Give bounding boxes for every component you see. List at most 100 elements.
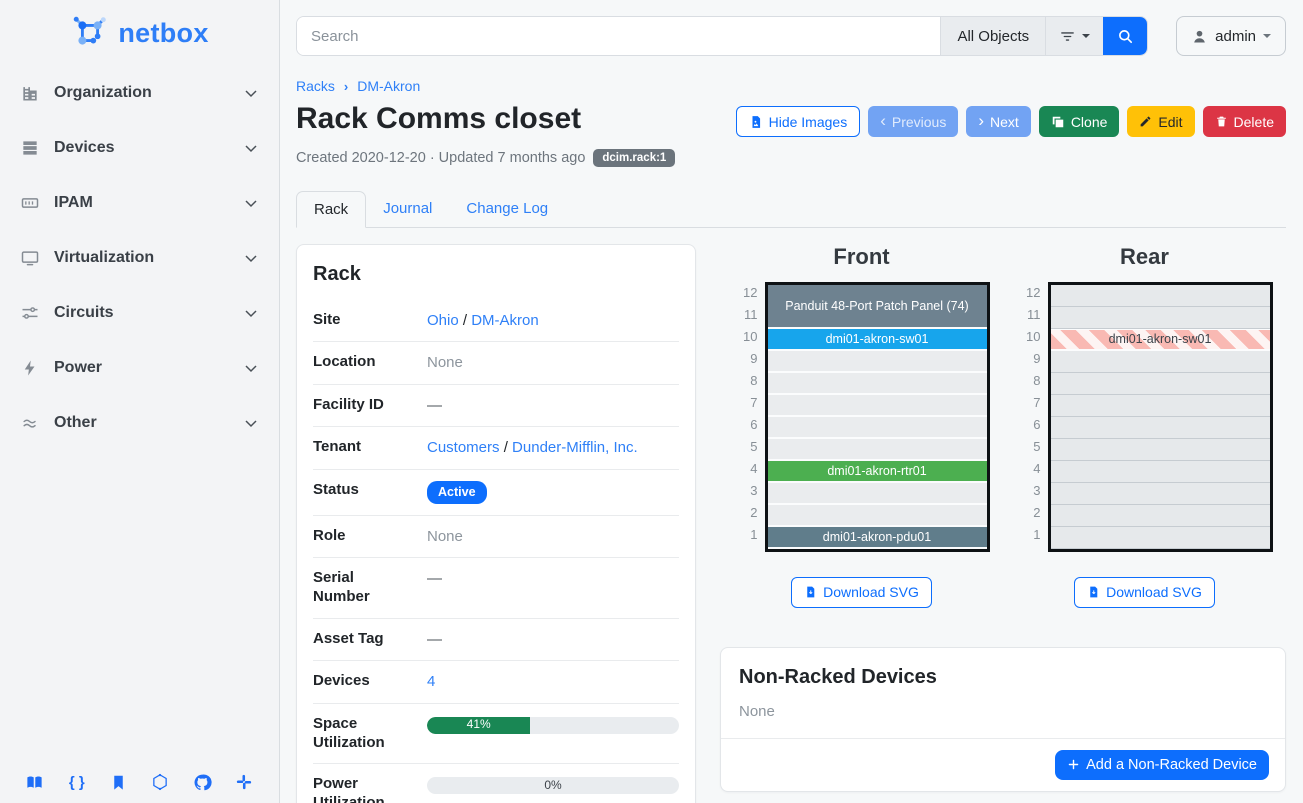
sidebar-item-organization[interactable]: Organization <box>10 74 269 112</box>
sidebar-item-label: Circuits <box>54 304 243 322</box>
table-row-power-utilization: Power Utilization 0% <box>313 763 679 803</box>
empty-rack-unit[interactable] <box>1051 417 1270 439</box>
netbox-logo-icon <box>70 14 110 52</box>
location-value: None <box>408 353 679 373</box>
rack-device[interactable]: dmi01-akron-sw01 <box>768 329 987 351</box>
site-link[interactable]: DM-Akron <box>471 312 539 329</box>
panel-title: Non-Racked Devices <box>739 666 1267 689</box>
unit-label: 3 <box>1017 480 1041 502</box>
chevron-right-icon: › <box>978 112 984 129</box>
unit-label: 12 <box>734 282 758 304</box>
non-racked-devices-panel: Non-Racked Devices None Add a Non-Racked… <box>720 647 1286 792</box>
empty-rack-unit[interactable] <box>1051 285 1270 307</box>
empty-rack-unit[interactable] <box>1051 373 1270 395</box>
power-icon <box>20 358 40 378</box>
api-docs-icon[interactable] <box>108 771 130 793</box>
sidebar-item-circuits[interactable]: Circuits <box>10 294 269 332</box>
search-input[interactable] <box>297 17 940 55</box>
rest-api-icon[interactable]: { } <box>66 771 88 793</box>
sidebar-item-label: Power <box>54 359 243 377</box>
empty-rack-unit[interactable] <box>768 483 987 505</box>
sidebar-item-virtualization[interactable]: Virtualization <box>10 239 269 277</box>
sidebar-item-devices[interactable]: Devices <box>10 129 269 167</box>
sidebar-item-power[interactable]: Power <box>10 349 269 387</box>
created-updated-text: Created 2020-12-20 · Updated 7 months ag… <box>296 150 585 166</box>
rear-elevation: Rear 121110987654321 dmi01-akron-sw01 Do… <box>1003 244 1286 608</box>
topbar: All Objects admin <box>296 16 1286 56</box>
clone-button[interactable]: Clone <box>1039 106 1120 137</box>
tab-change-log[interactable]: Change Log <box>449 191 565 227</box>
unit-label: 8 <box>1017 370 1041 392</box>
empty-rack-unit[interactable] <box>768 351 987 373</box>
sidebar-item-ipam[interactable]: IPAM <box>10 184 269 222</box>
empty-rack-unit[interactable] <box>768 417 987 439</box>
edit-button[interactable]: Edit <box>1127 106 1194 137</box>
rack-device[interactable]: dmi01-akron-pdu01 <box>768 527 987 549</box>
docs-icon[interactable] <box>24 771 46 793</box>
rack-device[interactable]: dmi01-akron-rtr01 <box>768 461 987 483</box>
empty-rack-unit[interactable] <box>768 395 987 417</box>
tenant-link[interactable]: Dunder-Mifflin, Inc. <box>512 439 638 456</box>
copy-icon <box>1051 115 1065 129</box>
search-submit-button[interactable] <box>1103 17 1147 55</box>
ipam-icon <box>20 193 40 213</box>
netbox-logo[interactable]: netbox <box>0 14 279 52</box>
person-icon <box>1191 28 1208 45</box>
virtualization-icon <box>20 248 40 268</box>
slack-icon[interactable] <box>233 771 255 793</box>
hide-images-button[interactable]: Hide Images <box>736 106 861 137</box>
file-download-icon <box>1087 585 1100 599</box>
search-filter-button[interactable] <box>1045 17 1103 55</box>
empty-rack-unit[interactable] <box>768 439 987 461</box>
breadcrumb-link-racks[interactable]: Racks <box>296 78 335 94</box>
empty-rack-unit[interactable] <box>1051 505 1270 527</box>
empty-rack-unit[interactable] <box>768 505 987 527</box>
object-type-selector[interactable]: All Objects <box>940 17 1045 55</box>
tenant-group-link[interactable]: Customers <box>427 439 500 456</box>
global-search: All Objects <box>296 16 1148 56</box>
table-row-facility-id: Facility ID — <box>313 384 679 427</box>
trash-icon <box>1215 115 1228 128</box>
empty-rack-unit[interactable] <box>1051 483 1270 505</box>
empty-rack-unit[interactable] <box>1051 461 1270 483</box>
github-icon[interactable] <box>191 771 213 793</box>
search-icon <box>1116 27 1135 46</box>
facility-id-value: — <box>408 396 679 416</box>
serial-value: — <box>408 569 679 589</box>
rack-device[interactable]: dmi01-akron-sw01 <box>1051 329 1270 351</box>
tab-journal[interactable]: Journal <box>366 191 449 227</box>
pencil-icon <box>1139 115 1152 128</box>
image-file-icon <box>749 115 763 129</box>
tab-rack[interactable]: Rack <box>296 191 366 228</box>
unit-label: 9 <box>734 348 758 370</box>
devices-icon <box>20 138 40 158</box>
unit-label: 4 <box>734 458 758 480</box>
next-button[interactable]: › Next <box>966 106 1030 137</box>
previous-button[interactable]: ‹ Previous <box>868 106 958 137</box>
download-svg-rear-button[interactable]: Download SVG <box>1074 577 1215 608</box>
unit-label: 10 <box>734 326 758 348</box>
unit-label: 10 <box>1017 326 1041 348</box>
account-menu-button[interactable]: admin <box>1176 16 1286 56</box>
sidebar-item-label: Devices <box>54 139 243 157</box>
sidebar-item-other[interactable]: Other <box>10 404 269 442</box>
empty-rack-unit[interactable] <box>1051 307 1270 329</box>
empty-rack-unit[interactable] <box>768 373 987 395</box>
empty-rack-unit[interactable] <box>1051 395 1270 417</box>
graphql-icon[interactable] <box>149 771 171 793</box>
status-badge: Active <box>427 481 487 504</box>
empty-rack-unit[interactable] <box>1051 527 1270 549</box>
tab-bar: Rack Journal Change Log <box>296 191 1286 228</box>
breadcrumb-link-site[interactable]: DM-Akron <box>357 78 420 94</box>
rack-device[interactable]: Panduit 48-Port Patch Panel (74) <box>768 285 987 329</box>
delete-button[interactable]: Delete <box>1203 106 1286 137</box>
empty-rack-unit[interactable] <box>1051 439 1270 461</box>
filter-icon <box>1059 28 1076 45</box>
plus-icon <box>1067 758 1080 771</box>
table-row-status: Status Active <box>313 469 679 515</box>
site-group-link[interactable]: Ohio <box>427 312 459 329</box>
download-svg-front-button[interactable]: Download SVG <box>791 577 932 608</box>
empty-rack-unit[interactable] <box>1051 351 1270 373</box>
device-count-link[interactable]: 4 <box>427 673 435 690</box>
add-non-racked-device-button[interactable]: Add a Non-Racked Device <box>1055 750 1269 780</box>
